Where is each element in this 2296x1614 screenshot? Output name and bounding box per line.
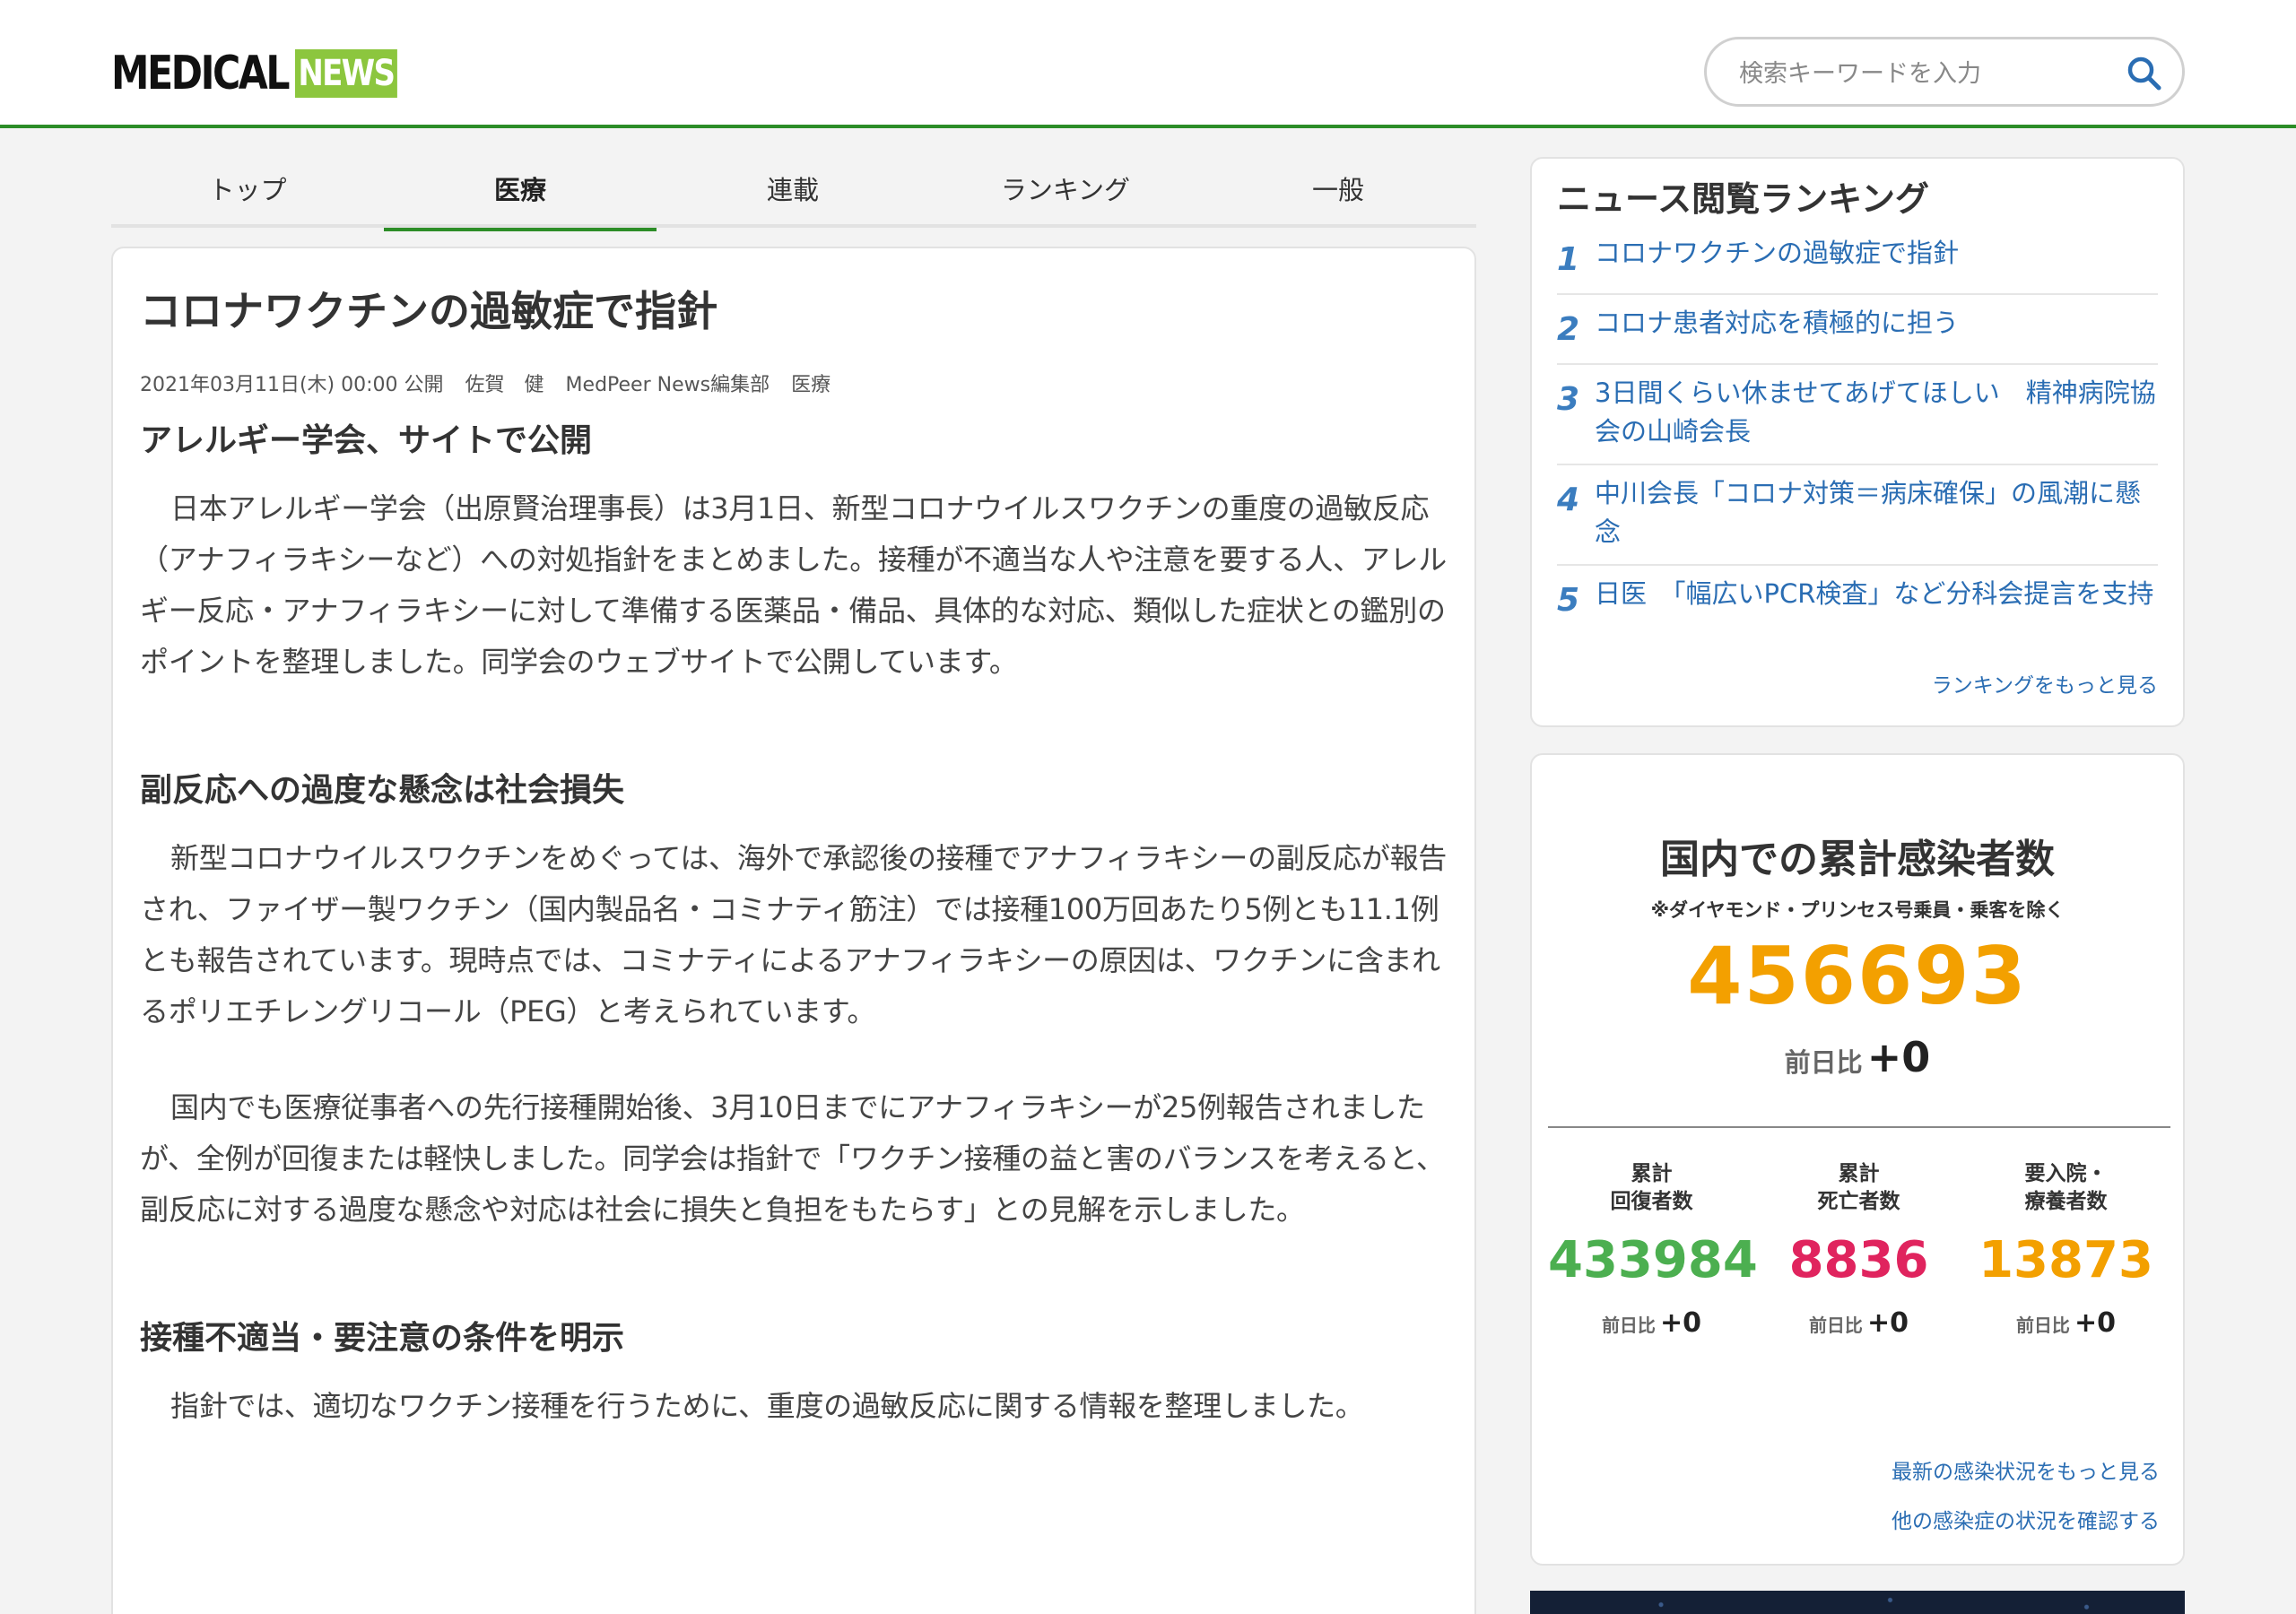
- article-paragraph: 国内でも医療従事者への先行接種開始後、3月10日までにアナフィラキシーが25例報…: [140, 1090, 1445, 1227]
- news-ranking-panel: ニュース閲覧ランキング 1 コロナワクチンの過敏症で指針 2 コロナ患者対応を積…: [1530, 157, 2185, 727]
- rank-link[interactable]: 中川会長「コロナ対策＝病床確保」の風潮に懸念: [1595, 474, 2158, 551]
- logo-news-text: NEWS: [295, 49, 397, 98]
- article-title: コロナワクチンの過敏症で指針: [140, 287, 718, 335]
- rank-link[interactable]: 日医 「幅広いPCR検査」など分科会提言を支持: [1595, 575, 2153, 621]
- ranking-item[interactable]: 4 中川会長「コロナ対策＝病床確保」の風潮に懸念: [1557, 465, 2158, 566]
- article-card: コロナワクチンの過敏症で指針 2021年03月11日(木) 00:00 公開 佐…: [111, 247, 1476, 1614]
- diff-label: 前日比: [2015, 1315, 2070, 1336]
- article-paragraph: 日本アレルギー学会（出原賢治理事長）は3月1日、新型コロナウイルスワクチンの重度…: [140, 491, 1447, 679]
- stat-deaths: 累計 死亡者数 8836 前日比 +0: [1755, 1160, 1962, 1339]
- covid-note: ※ダイヤモンド・プリンセス号乗員・乗客を除く: [1650, 899, 2065, 921]
- category-tabs: トップ 医療 連載 ランキング 一般: [111, 154, 1476, 231]
- divider: [1548, 1126, 2170, 1128]
- logo-medical-text: MEDICAL: [111, 47, 291, 100]
- covid-stats-panel: 国内での累計感染者数 ※ダイヤモンド・プリンセス号乗員・乗客を除く 456693…: [1530, 753, 2185, 1566]
- article-date: 2021年03月11日(木) 00:00 公開: [140, 374, 444, 396]
- ranking-more-link[interactable]: ランキングをもっと見る: [1932, 668, 2158, 699]
- stat-label: 要入院・ 療養者数: [1962, 1160, 2170, 1216]
- site-header: MEDICAL NEWS: [0, 0, 2296, 128]
- ranking-item[interactable]: 5 日医 「幅広いPCR検査」など分科会提言を支持: [1557, 566, 2158, 634]
- stat-diff: 前日比 +0: [1548, 1307, 1755, 1339]
- stat-hospitalized: 要入院・ 療養者数 13873 前日比 +0: [1962, 1160, 2170, 1339]
- search-box: [1704, 37, 2185, 107]
- diff-value: +0: [1866, 1033, 1931, 1081]
- stat-diff: 前日比 +0: [1962, 1307, 2170, 1339]
- rank-link[interactable]: 3日間くらい休ませてあげてほしい 精神病院協会の山崎会長: [1595, 374, 2158, 451]
- ranking-item[interactable]: 3 3日間くらい休ませてあげてほしい 精神病院協会の山崎会長: [1557, 365, 2158, 465]
- diff-label: 前日比: [1808, 1315, 1863, 1336]
- tab-medical[interactable]: 医療: [384, 154, 657, 231]
- search-input[interactable]: [1739, 56, 2098, 91]
- stat-recovered: 累計 回復者数 433984 前日比 +0: [1548, 1160, 1758, 1339]
- ad-banner[interactable]: [1530, 1591, 2185, 1614]
- article-department[interactable]: MedPeer News編集部: [566, 369, 770, 397]
- covid-total-count: 456693: [1687, 930, 2028, 1022]
- banner-image: [1530, 1591, 2185, 1614]
- search-icon[interactable]: [2125, 54, 2164, 93]
- stat-label: 累計 死亡者数: [1755, 1160, 1962, 1216]
- covid-title: 国内での累計感染者数: [1660, 837, 2055, 882]
- stat-value: 433984: [1548, 1231, 1758, 1289]
- ranking-title: ニュース閲覧ランキング: [1557, 179, 1929, 219]
- stat-label-line: 療養者数: [2024, 1190, 2108, 1213]
- covid-total-diff: 前日比 +0: [1532, 1033, 2183, 1081]
- article-meta: 2021年03月11日(木) 00:00 公開 佐賀 健 MedPeer New…: [140, 369, 1448, 397]
- article-author[interactable]: 佐賀 健: [465, 369, 544, 397]
- ranking-item[interactable]: 1 コロナワクチンの過敏症で指針: [1557, 225, 2158, 295]
- section-heading: 副反応への過度な懸念は社会損失: [140, 772, 625, 809]
- article-category[interactable]: 医療: [791, 369, 831, 397]
- rank-number: 4: [1557, 482, 1580, 518]
- tab-general[interactable]: 一般: [1202, 154, 1474, 228]
- rank-number: 5: [1557, 582, 1580, 619]
- stat-value: 8836: [1788, 1231, 1929, 1289]
- article-paragraph: 新型コロナウイルスワクチンをめぐっては、海外で承認後の接種でアナフィラキシーの副…: [140, 841, 1447, 1028]
- diff-label: 前日比: [1784, 1047, 1863, 1078]
- tab-ranking[interactable]: ランキング: [929, 154, 1202, 228]
- section-heading: 接種不適当・要注意の条件を明示: [140, 1320, 625, 1357]
- site-logo[interactable]: MEDICAL NEWS: [111, 47, 415, 100]
- rank-link[interactable]: コロナワクチンの過敏症で指針: [1595, 234, 1959, 281]
- rank-number: 1: [1557, 241, 1580, 278]
- stat-diff: 前日比 +0: [1755, 1307, 1962, 1339]
- tab-series[interactable]: 連載: [657, 154, 929, 228]
- rank-number: 3: [1557, 381, 1580, 418]
- diff-value: +0: [1660, 1307, 1702, 1339]
- tab-top[interactable]: トップ: [111, 154, 384, 228]
- diff-value: +0: [1867, 1307, 1909, 1339]
- section-heading: アレルギー学会、サイトで公開: [140, 422, 593, 459]
- other-diseases-link[interactable]: 他の感染症の状況を確認する: [1892, 1504, 2160, 1534]
- stat-label-line: 累計: [1838, 1162, 1880, 1185]
- stat-value: 13873: [1979, 1231, 2153, 1289]
- article-paragraph: 指針では、適切なワクチン接種を行うために、重度の過敏反応に関する情報を整理しまし…: [170, 1389, 1364, 1423]
- latest-status-link[interactable]: 最新の感染状況をもっと見る: [1892, 1454, 2160, 1485]
- stat-label-line: 死亡者数: [1817, 1190, 1900, 1213]
- covid-breakdown: 累計 回復者数 433984 前日比 +0 累計 死亡者数 8836 前日比 +…: [1548, 1160, 2170, 1339]
- diff-label: 前日比: [1601, 1315, 1656, 1336]
- ranking-item[interactable]: 2 コロナ患者対応を積極的に担う: [1557, 295, 2158, 365]
- stat-label-line: 回復者数: [1610, 1190, 1693, 1213]
- rank-number: 2: [1557, 311, 1580, 348]
- stat-label: 累計 回復者数: [1548, 1160, 1755, 1216]
- rank-link[interactable]: コロナ患者対応を積極的に担う: [1595, 304, 1959, 351]
- diff-value: +0: [2074, 1307, 2117, 1339]
- stat-label-line: 要入院・: [2024, 1162, 2108, 1185]
- stat-label-line: 累計: [1631, 1162, 1673, 1185]
